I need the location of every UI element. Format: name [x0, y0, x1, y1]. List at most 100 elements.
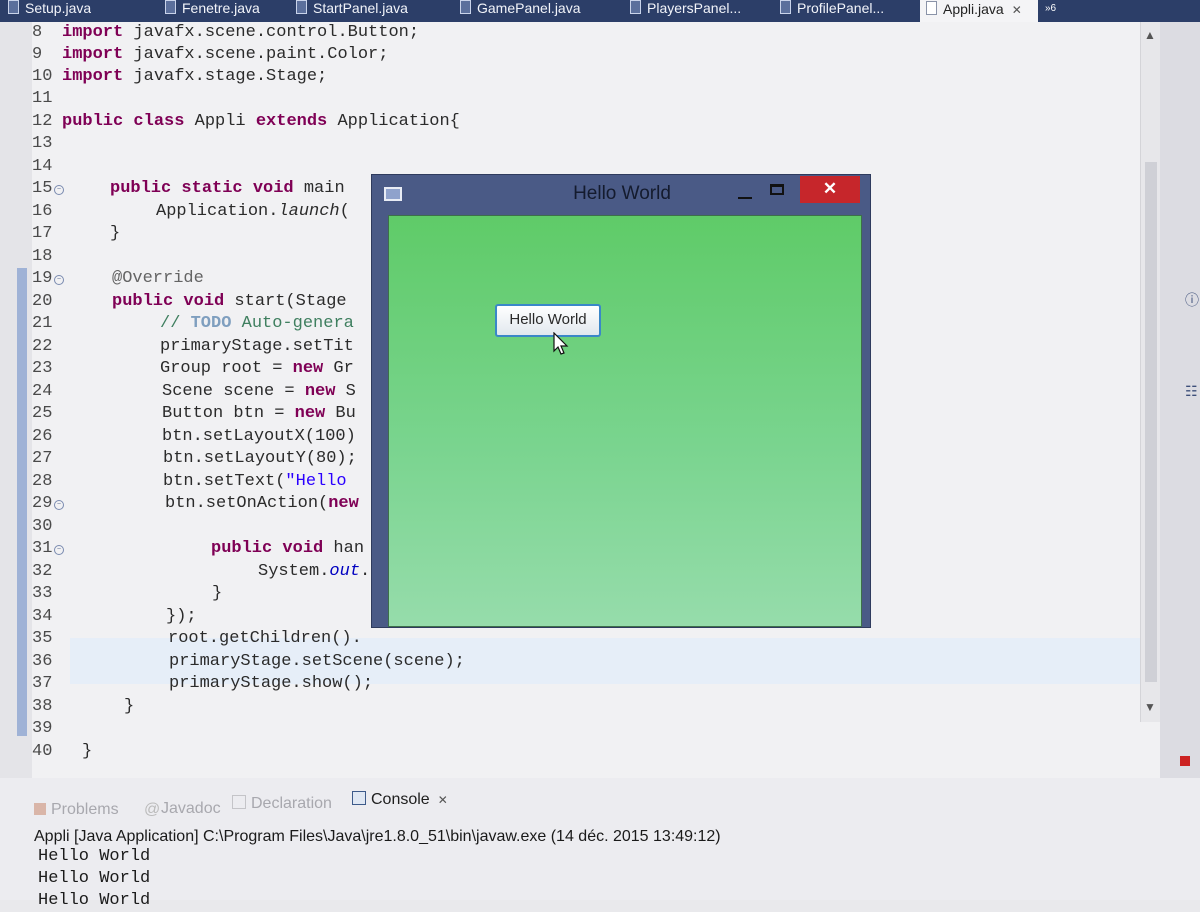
- line-number: 35: [32, 629, 53, 648]
- code-line: Button btn = new Bu: [162, 404, 356, 423]
- tab-gamepanel-java[interactable]: GamePanel.java: [460, 0, 581, 20]
- terminate-icon[interactable]: [1180, 756, 1190, 766]
- code-line: primaryStage.show();: [169, 674, 374, 693]
- tab-javadoc[interactable]: @Javadoc: [144, 800, 221, 818]
- code-line: import javafx.scene.control.Button;: [62, 23, 420, 42]
- line-number: 24: [32, 382, 53, 401]
- info-icon[interactable]: ⓘ: [1185, 290, 1199, 310]
- line-number: 22: [32, 337, 53, 356]
- code-line: btn.setOnAction(new: [165, 494, 359, 513]
- line-number: 12: [32, 112, 53, 131]
- console-line: Hello World: [38, 869, 151, 888]
- java-file-icon: [8, 0, 19, 14]
- tab-playerspanel[interactable]: PlayersPanel...: [630, 0, 741, 20]
- code-line: import javafx.stage.Stage;: [62, 67, 328, 86]
- line-number: 19: [32, 269, 53, 288]
- java-file-icon: [296, 0, 307, 14]
- line-number: 38: [32, 697, 53, 716]
- scroll-up-arrow-icon[interactable]: ▲: [1144, 28, 1156, 42]
- tab-problems[interactable]: Problems: [34, 801, 119, 819]
- code-line: }: [124, 697, 135, 716]
- line-number: 34: [32, 607, 53, 626]
- code-line: public void han: [211, 539, 365, 558]
- mouse-cursor-icon: [553, 332, 569, 355]
- line-number: 23: [32, 359, 53, 378]
- line-number: 37: [32, 674, 53, 693]
- code-line: System.out.: [258, 562, 371, 581]
- line-number: 27: [32, 449, 53, 468]
- code-line: import javafx.scene.paint.Color;: [62, 45, 389, 64]
- tab-profilepanel[interactable]: ProfilePanel...: [780, 0, 884, 20]
- scroll-down-arrow-icon[interactable]: ▼: [1144, 700, 1156, 714]
- line-number: 29: [32, 494, 53, 513]
- declaration-icon: [232, 795, 246, 809]
- tab-console[interactable]: Console ✕: [352, 791, 448, 809]
- console-icon: [352, 791, 366, 805]
- code-line: primaryStage.setTit: [160, 337, 354, 356]
- line-number: 18: [32, 247, 53, 266]
- window-app-icon[interactable]: [384, 187, 402, 201]
- code-line: // TODO Auto-genera: [160, 314, 354, 333]
- tab-appli-java[interactable]: Appli.java ✕: [920, 0, 1038, 22]
- line-number: 17: [32, 224, 53, 243]
- line-number: 28: [32, 472, 53, 491]
- scrollbar-thumb[interactable]: [1145, 162, 1157, 682]
- line-number: 31: [32, 539, 53, 558]
- code-line: }: [82, 742, 93, 761]
- outline-view-icon[interactable]: ☷: [1185, 383, 1198, 400]
- line-number: 14: [32, 157, 53, 176]
- window-title: Hello World: [573, 183, 671, 204]
- java-file-icon: [780, 0, 791, 14]
- console-line: Hello World: [38, 847, 151, 866]
- line-number: 8: [32, 23, 43, 42]
- console-output[interactable]: Hello World Hello World Hello World: [38, 846, 150, 912]
- java-file-icon: [630, 0, 641, 14]
- console-line: Hello World: [38, 891, 151, 910]
- line-number: 10: [32, 67, 53, 86]
- code-line: public void start(Stage: [112, 292, 347, 311]
- code-line: public static void main: [110, 179, 345, 198]
- line-number: 32: [32, 562, 53, 581]
- line-number: 33: [32, 584, 53, 603]
- problems-icon: [34, 803, 46, 815]
- code-line: @Override: [112, 269, 204, 288]
- line-number: 26: [32, 427, 53, 446]
- tab-startpanel-java[interactable]: StartPanel.java: [296, 0, 408, 20]
- minimize-icon[interactable]: [736, 184, 756, 202]
- line-number: 40: [32, 742, 53, 761]
- code-line: Scene scene = new S: [162, 382, 356, 401]
- code-line: Application.launch(: [156, 202, 350, 221]
- line-number: 36: [32, 652, 53, 671]
- line-number: 13: [32, 134, 53, 153]
- line-number: 9: [32, 45, 43, 64]
- code-line: }: [110, 224, 121, 243]
- right-side-toolbar: [1160, 22, 1200, 778]
- editor-tab-bar: Setup.java Fenetre.java StartPanel.java …: [0, 0, 1200, 22]
- tabs-overflow-button[interactable]: »6: [1045, 3, 1069, 17]
- console-description: Appli [Java Application] C:\Program File…: [34, 828, 721, 845]
- java-file-icon: [926, 1, 937, 15]
- editor-vertical-scrollbar[interactable]: ▲ ▼: [1140, 22, 1161, 722]
- tab-declaration[interactable]: Declaration: [232, 795, 332, 813]
- editor-ruler: [0, 22, 32, 778]
- line-number: 30: [32, 517, 53, 536]
- tab-setup-java[interactable]: Setup.java: [8, 0, 91, 20]
- maximize-icon[interactable]: [768, 181, 788, 199]
- hello-world-button[interactable]: Hello World: [495, 304, 601, 337]
- change-indicator-bar: [17, 268, 27, 736]
- source-code[interactable]: import javafx.scene.control.Button; impo…: [62, 22, 465, 761]
- window-titlebar[interactable]: Hello World ✕: [372, 175, 870, 213]
- code-line: });: [166, 607, 197, 626]
- line-number: 39: [32, 719, 53, 738]
- tab-fenetre-java[interactable]: Fenetre.java: [165, 0, 260, 20]
- code-line: public class Appli extends Application{: [62, 112, 460, 131]
- close-tab-icon[interactable]: ✕: [438, 793, 448, 807]
- close-tab-icon[interactable]: ✕: [1012, 3, 1022, 17]
- javafx-window[interactable]: Hello World ✕ Hello World: [371, 174, 871, 628]
- line-number: 21: [32, 314, 53, 333]
- code-line: primaryStage.setScene(scene);: [169, 652, 465, 671]
- line-number: 15: [32, 179, 53, 198]
- code-line: btn.setLayoutY(80);: [163, 449, 357, 468]
- code-line: btn.setText("Hello: [163, 472, 347, 491]
- close-window-button[interactable]: ✕: [800, 176, 860, 203]
